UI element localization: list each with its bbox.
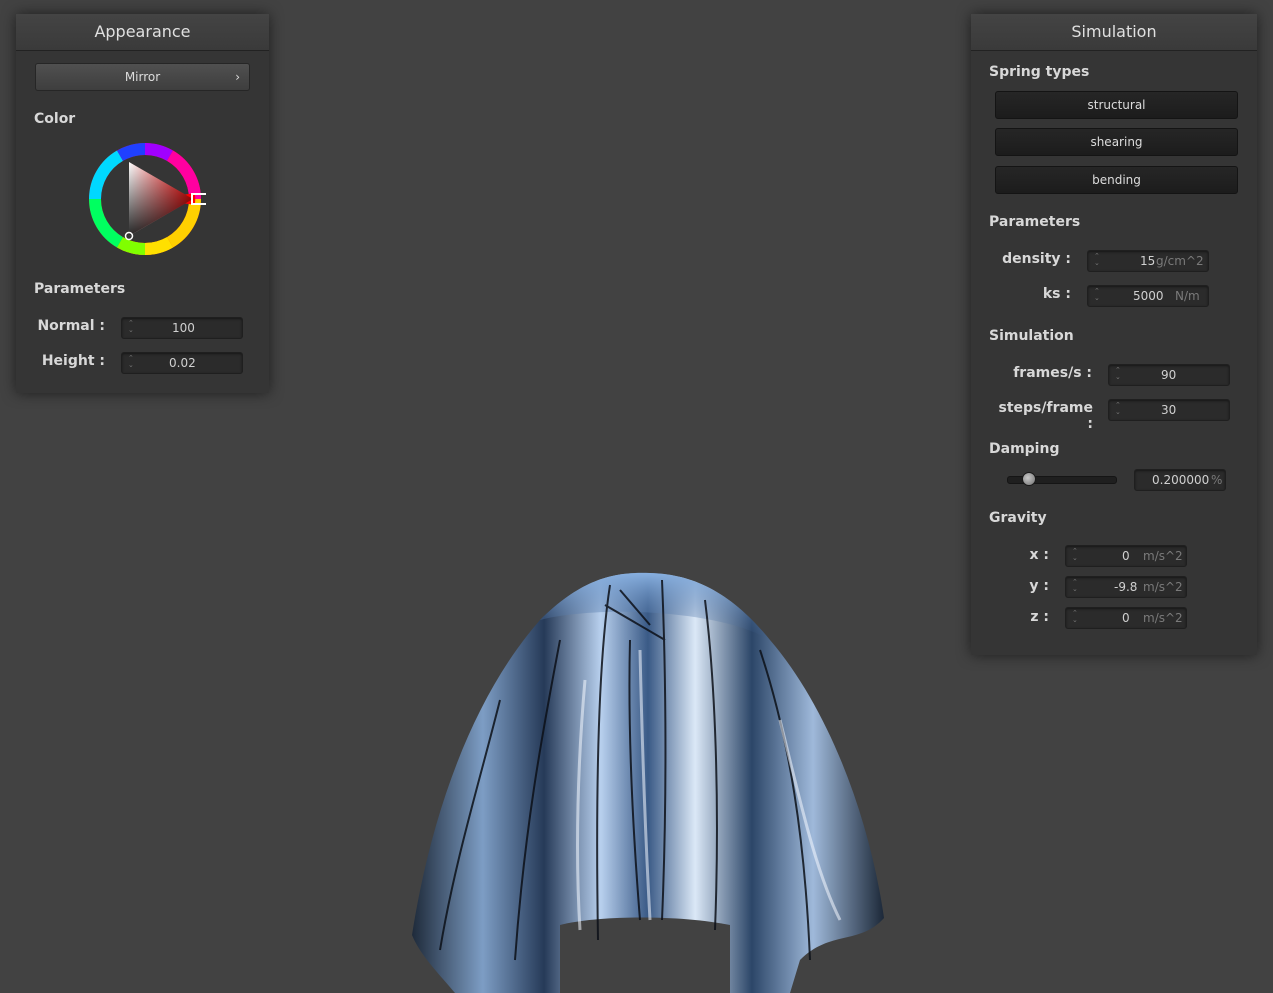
- spinner-icon[interactable]: ⌃ ⌄: [1115, 402, 1123, 416]
- density-label: density :: [1002, 251, 1071, 267]
- fps-field[interactable]: ⌃ ⌄ 90: [1108, 364, 1230, 386]
- gravity-z-unit: m/s^2: [1143, 611, 1183, 625]
- ks-unit: N/m: [1175, 289, 1200, 303]
- spinner-icon[interactable]: ⌃ ⌄: [1094, 253, 1102, 267]
- gravity-label: Gravity: [989, 510, 1047, 526]
- shader-select-label: Mirror: [124, 70, 161, 84]
- density-field[interactable]: ⌃ ⌄ 15 g/cm^2: [1087, 250, 1209, 272]
- spinner-icon[interactable]: ⌃ ⌄: [128, 320, 136, 334]
- simulation-title: Simulation: [971, 14, 1257, 51]
- damping-slider-knob[interactable]: [1022, 472, 1036, 486]
- density-unit: g/cm^2: [1156, 254, 1204, 268]
- gravity-x-label: x :: [1029, 547, 1049, 563]
- sim-params-label: Parameters: [989, 214, 1081, 230]
- structural-button[interactable]: structural: [995, 91, 1238, 119]
- normal-label: Normal :: [37, 318, 105, 334]
- steps-value: 30: [1161, 403, 1177, 417]
- gravity-z-field[interactable]: ⌃ ⌄ 0 m/s^2: [1065, 607, 1187, 629]
- spinner-icon[interactable]: ⌃ ⌄: [128, 355, 136, 369]
- normal-value: 100: [172, 321, 195, 335]
- damping-label: Damping: [989, 441, 1060, 457]
- damping-value: 0.200000: [1152, 473, 1210, 487]
- sim-section-label: Simulation: [989, 328, 1074, 344]
- height-value: 0.02: [169, 356, 196, 370]
- spinner-icon[interactable]: ⌃ ⌄: [1115, 367, 1123, 381]
- ks-value: 5000: [1133, 289, 1164, 303]
- height-label: Height :: [41, 353, 105, 369]
- shearing-button[interactable]: shearing: [995, 128, 1238, 156]
- appearance-panel: Appearance Mirror › Color Parameters Nor…: [16, 14, 269, 393]
- fps-value: 90: [1161, 368, 1177, 382]
- height-field[interactable]: ⌃ ⌄ 0.02: [121, 352, 243, 374]
- spinner-icon[interactable]: ⌃ ⌄: [1072, 579, 1080, 593]
- fps-label: frames/s :: [1013, 365, 1092, 381]
- shader-select[interactable]: Mirror ›: [35, 63, 250, 91]
- gravity-x-unit: m/s^2: [1143, 549, 1183, 563]
- appearance-params-label: Parameters: [34, 281, 126, 297]
- color-wheel[interactable]: [86, 140, 206, 260]
- gravity-z-label: z :: [1030, 609, 1049, 625]
- chevron-right-icon: ›: [235, 70, 240, 84]
- gravity-y-field[interactable]: ⌃ ⌄ -9.8 m/s^2: [1065, 576, 1187, 598]
- spinner-icon[interactable]: ⌃ ⌄: [1072, 548, 1080, 562]
- gravity-y-unit: m/s^2: [1143, 580, 1183, 594]
- bending-button[interactable]: bending: [995, 166, 1238, 194]
- damping-unit: %: [1211, 473, 1223, 487]
- spinner-icon[interactable]: ⌃ ⌄: [1072, 610, 1080, 624]
- gravity-z-value: 0: [1122, 611, 1130, 625]
- gravity-x-field[interactable]: ⌃ ⌄ 0 m/s^2: [1065, 545, 1187, 567]
- simulation-panel: Simulation Spring types structural shear…: [971, 14, 1257, 655]
- appearance-title: Appearance: [16, 14, 269, 51]
- gravity-x-value: 0: [1122, 549, 1130, 563]
- spinner-icon[interactable]: ⌃ ⌄: [1094, 288, 1102, 302]
- damping-field[interactable]: 0.200000 %: [1134, 469, 1226, 491]
- color-label: Color: [34, 111, 76, 127]
- steps-label: steps/frame :: [998, 400, 1093, 432]
- ks-label: ks :: [1042, 286, 1071, 302]
- steps-field[interactable]: ⌃ ⌄ 30: [1108, 399, 1230, 421]
- gravity-y-label: y :: [1029, 578, 1049, 594]
- spring-types-label: Spring types: [989, 64, 1090, 80]
- density-value: 15: [1140, 254, 1156, 268]
- normal-field[interactable]: ⌃ ⌄ 100: [121, 317, 243, 339]
- gravity-y-value: -9.8: [1114, 580, 1138, 594]
- ks-field[interactable]: ⌃ ⌄ 5000 N/m: [1087, 285, 1209, 307]
